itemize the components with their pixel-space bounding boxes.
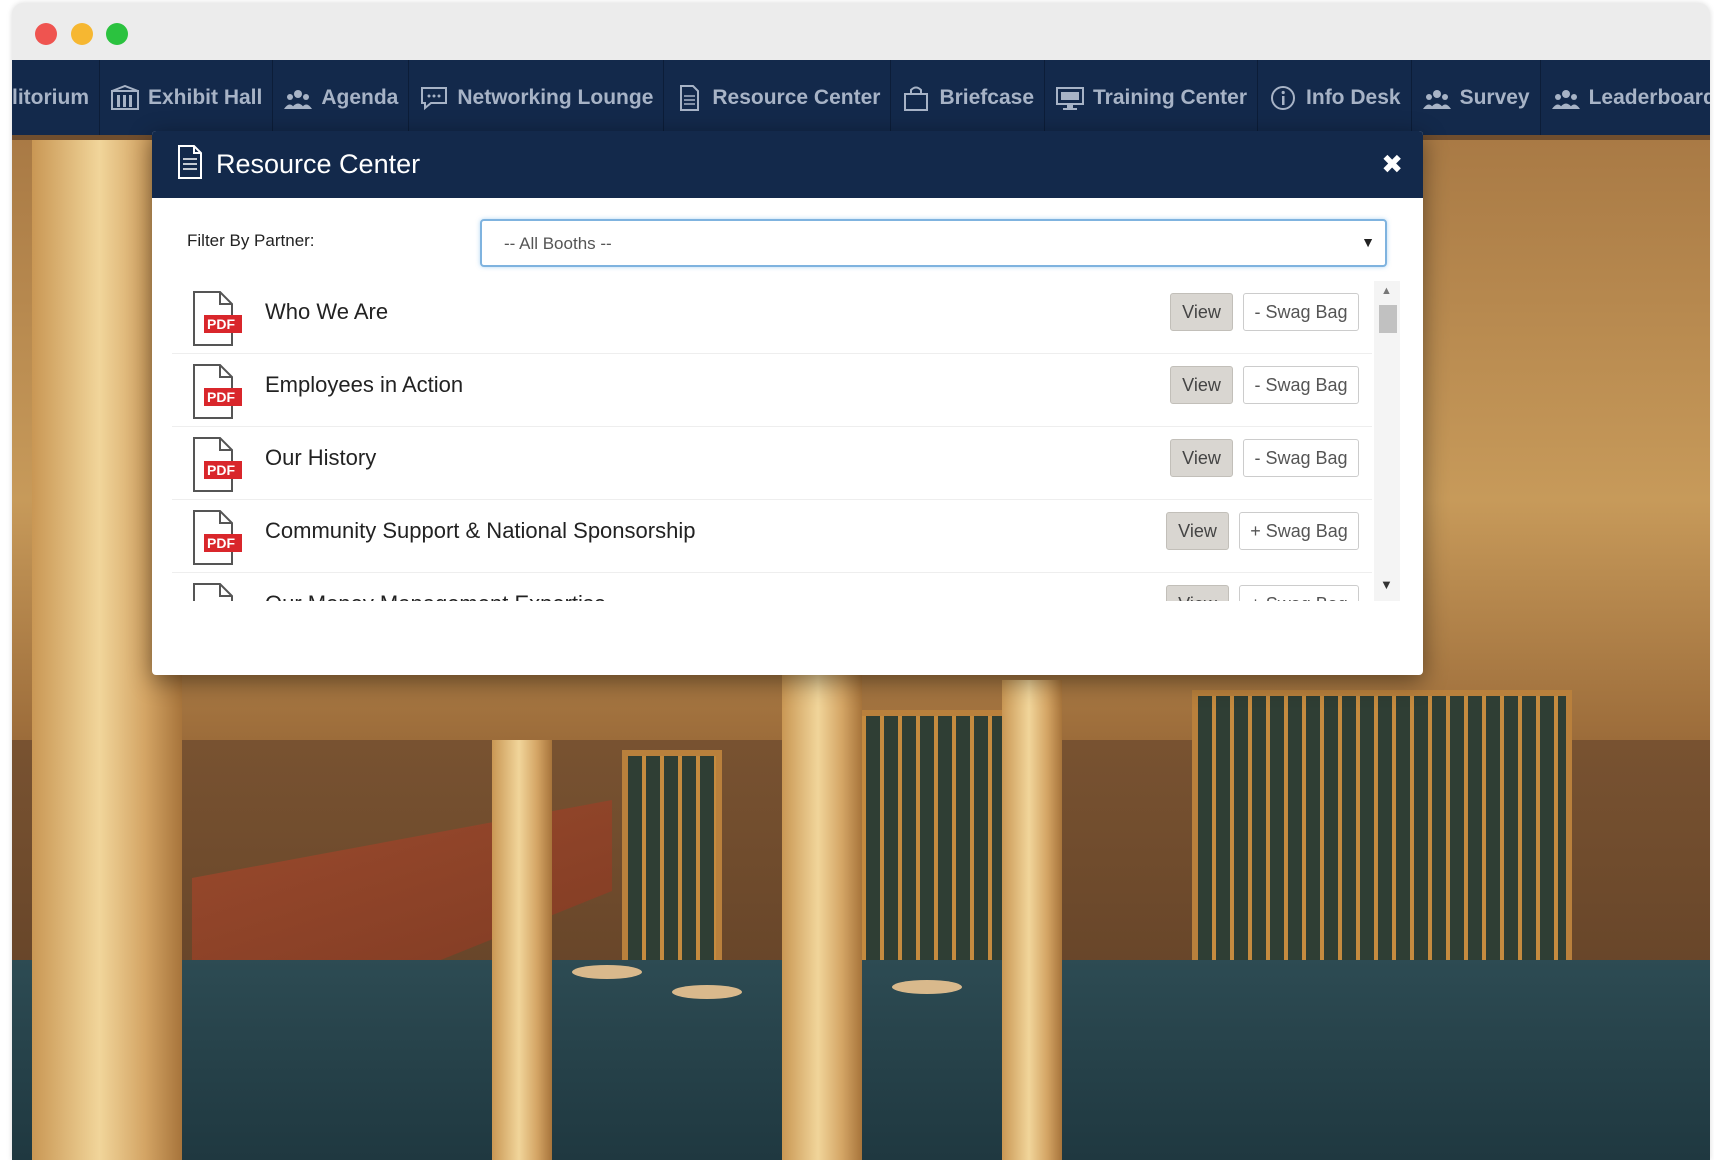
- list-scrollbar[interactable]: ▲ ▼: [1374, 281, 1400, 601]
- crowd-icon: [1551, 85, 1581, 111]
- document-icon: [674, 84, 704, 111]
- resource-list[interactable]: PDF Who We Are View - Swag Bag PDF Emplo…: [172, 281, 1402, 601]
- nav-item-exhibit-hall[interactable]: Exhibit Hall: [100, 60, 274, 135]
- close-icon[interactable]: ✖: [1381, 149, 1403, 180]
- nav-label: litorium: [12, 85, 89, 109]
- minimize-window-button[interactable]: [71, 23, 93, 45]
- browser-window: litorium Exhibit Hall Agenda Networking …: [12, 3, 1710, 1160]
- swag-bag-toggle-button[interactable]: + Swag Bag: [1239, 585, 1359, 601]
- pdf-file-icon: [190, 583, 242, 601]
- close-window-button[interactable]: [35, 23, 57, 45]
- resource-title: Our History: [265, 445, 377, 470]
- nav-label: Info Desk: [1306, 85, 1401, 109]
- nav-label: Leaderboard: [1588, 85, 1710, 109]
- partner-filter-value: -- All Booths --: [504, 234, 612, 253]
- scrollbar-thumb[interactable]: [1379, 305, 1397, 333]
- resource-row: PDF Employees in Action View - Swag Bag: [172, 354, 1372, 427]
- chevron-down-icon: ▼: [1361, 234, 1375, 250]
- pdf-file-icon: PDF: [190, 437, 242, 493]
- nav-item-agenda[interactable]: Agenda: [273, 60, 410, 135]
- crowd-icon: [1422, 85, 1452, 111]
- nav-item-leaderboard[interactable]: Leaderboard: [1541, 60, 1710, 135]
- nav-item-briefcase[interactable]: Briefcase: [891, 60, 1045, 135]
- resource-center-modal: Resource Center ✖ Filter By Partner: -- …: [152, 131, 1423, 675]
- view-button[interactable]: View: [1170, 439, 1233, 477]
- nav-label: Resource Center: [712, 85, 881, 109]
- top-navigation-bar: litorium Exhibit Hall Agenda Networking …: [12, 60, 1710, 135]
- pdf-badge-label: PDF: [207, 389, 235, 405]
- swag-bag-toggle-button[interactable]: - Swag Bag: [1243, 439, 1359, 477]
- pdf-badge-label: PDF: [207, 316, 235, 332]
- building-icon: [110, 84, 140, 111]
- scroll-down-arrow-icon[interactable]: ▼: [1380, 577, 1393, 592]
- filter-row: Filter By Partner: -- All Booths -- ▼: [152, 217, 1423, 267]
- nav-label: Briefcase: [939, 85, 1034, 109]
- resource-title: Our Money Management Expertise: [265, 591, 606, 601]
- nav-label: Agenda: [321, 85, 399, 109]
- partner-filter-select[interactable]: -- All Booths -- ▼: [480, 219, 1387, 267]
- nav-label: Exhibit Hall: [148, 85, 263, 109]
- nav-item-info-desk[interactable]: Info Desk: [1258, 60, 1412, 135]
- resource-title: Community Support & National Sponsorship: [265, 518, 696, 543]
- modal-header: Resource Center ✖: [152, 131, 1423, 198]
- view-button[interactable]: View: [1170, 366, 1233, 404]
- nav-label: Training Center: [1093, 85, 1248, 109]
- swag-bag-toggle-button[interactable]: - Swag Bag: [1243, 366, 1359, 404]
- nav-label: Networking Lounge: [457, 85, 654, 109]
- nav-item-networking-lounge[interactable]: Networking Lounge: [409, 60, 665, 135]
- pdf-badge-label: PDF: [207, 535, 235, 551]
- nav-label: Survey: [1459, 85, 1530, 109]
- bag-icon: [901, 85, 931, 111]
- resource-row: PDF Community Support & National Sponsor…: [172, 500, 1372, 573]
- crowd-icon: [283, 85, 313, 111]
- scroll-up-arrow-icon[interactable]: ▲: [1381, 285, 1392, 297]
- view-button[interactable]: View: [1166, 512, 1229, 550]
- chat-icon: [419, 85, 449, 111]
- swag-bag-toggle-button[interactable]: - Swag Bag: [1243, 293, 1359, 331]
- document-icon: [176, 145, 204, 184]
- resource-row: PDF Our History View - Swag Bag: [172, 427, 1372, 500]
- pdf-file-icon: PDF: [190, 364, 242, 420]
- view-button[interactable]: View: [1166, 585, 1229, 601]
- maximize-window-button[interactable]: [106, 23, 128, 45]
- resource-row: Our Money Management Expertise View + Sw…: [172, 573, 1372, 601]
- monitor-icon: [1055, 85, 1085, 111]
- nav-item-survey[interactable]: Survey: [1412, 60, 1541, 135]
- pdf-badge-label: PDF: [207, 462, 235, 478]
- pdf-file-icon: PDF: [190, 510, 242, 566]
- swag-bag-toggle-button[interactable]: + Swag Bag: [1239, 512, 1359, 550]
- view-button[interactable]: View: [1170, 293, 1233, 331]
- window-titlebar: [12, 3, 1710, 60]
- nav-item-training-center[interactable]: Training Center: [1045, 60, 1259, 135]
- nav-item-auditorium[interactable]: litorium: [12, 60, 100, 135]
- resource-row: PDF Who We Are View - Swag Bag: [172, 281, 1372, 354]
- resource-title: Who We Are: [265, 299, 389, 324]
- pdf-file-icon: PDF: [190, 291, 242, 347]
- modal-title: Resource Center: [216, 149, 421, 179]
- nav-item-resource-center[interactable]: Resource Center: [664, 60, 892, 135]
- resource-title: Employees in Action: [265, 372, 464, 397]
- info-icon: [1268, 85, 1298, 111]
- filter-label: Filter By Partner:: [187, 231, 315, 250]
